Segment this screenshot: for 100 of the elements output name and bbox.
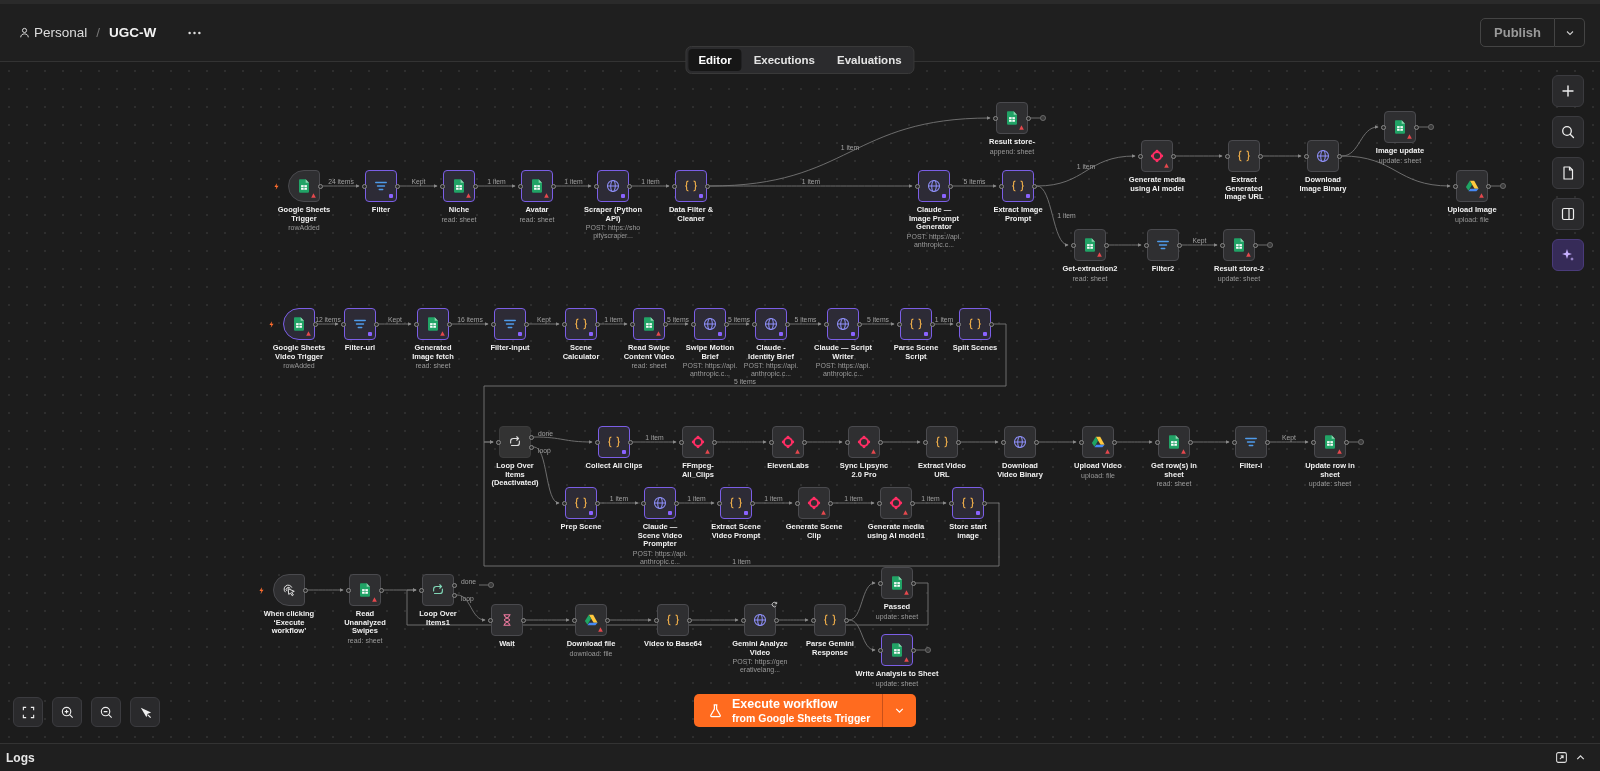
workflow-node[interactable] (720, 487, 752, 519)
workflow-node[interactable] (959, 308, 991, 340)
input-handle[interactable] (630, 321, 635, 327)
input-handle[interactable] (1225, 153, 1230, 159)
input-handle[interactable] (741, 617, 746, 623)
output-handle[interactable] (1104, 242, 1109, 248)
output-handle[interactable] (989, 321, 994, 327)
input-handle[interactable] (1220, 242, 1225, 248)
input-handle[interactable] (878, 647, 883, 653)
workflow-name[interactable]: UGC-W (109, 25, 157, 40)
input-handle[interactable] (1232, 439, 1237, 445)
workflow-node[interactable] (798, 487, 830, 519)
workflow-node[interactable] (633, 308, 665, 340)
output-handle[interactable] (313, 321, 318, 327)
output-handle[interactable] (687, 617, 692, 623)
add-node-handle[interactable] (1348, 439, 1364, 445)
workflow-node[interactable] (1223, 229, 1255, 261)
input-handle[interactable] (562, 500, 567, 506)
workflow-node[interactable] (1158, 426, 1190, 458)
workflow-node[interactable] (1004, 426, 1036, 458)
output-handle[interactable] (595, 321, 600, 327)
output-handle[interactable] (374, 321, 379, 327)
output-handle[interactable] (948, 183, 953, 189)
input-handle[interactable] (717, 500, 722, 506)
workflow-node[interactable] (881, 634, 913, 666)
view-tab[interactable]: Executions (743, 49, 825, 71)
add-node-handle[interactable] (1030, 115, 1046, 121)
output-handle[interactable] (1032, 183, 1037, 189)
output-handle[interactable] (663, 321, 668, 327)
output-handle[interactable] (473, 183, 478, 189)
output-handle[interactable] (395, 183, 400, 189)
input-handle[interactable] (878, 580, 883, 586)
input-handle[interactable] (1381, 124, 1386, 130)
output-handle[interactable] (857, 321, 862, 327)
input-handle[interactable] (362, 183, 367, 189)
input-handle[interactable] (1138, 153, 1143, 159)
workflow-node[interactable] (755, 308, 787, 340)
workflow-node[interactable] (1235, 426, 1267, 458)
output-handle[interactable] (705, 183, 710, 189)
workflow-node[interactable] (422, 574, 454, 606)
assistant-button[interactable] (1552, 239, 1584, 271)
output-handle[interactable] (521, 617, 526, 623)
input-handle[interactable] (654, 617, 659, 623)
panel-button[interactable] (1552, 198, 1584, 230)
add-button[interactable] (1552, 75, 1584, 107)
workflow-node[interactable] (644, 487, 676, 519)
output-handle[interactable] (627, 183, 632, 189)
input-handle[interactable] (795, 500, 800, 506)
workflow-node[interactable] (918, 170, 950, 202)
output-handle[interactable] (911, 647, 916, 653)
workflow-node[interactable] (675, 170, 707, 202)
workflow-node[interactable] (926, 426, 958, 458)
workflow-node[interactable] (952, 487, 984, 519)
input-handle[interactable] (949, 500, 954, 506)
input-handle[interactable] (496, 439, 501, 445)
input-handle[interactable] (877, 500, 882, 506)
workflow-node[interactable] (1002, 170, 1034, 202)
input-handle[interactable] (897, 321, 902, 327)
output-handle[interactable] (447, 321, 452, 327)
input-handle[interactable] (341, 321, 346, 327)
output-handle[interactable] (930, 321, 935, 327)
search-button[interactable] (1552, 116, 1584, 148)
output-handle[interactable] (956, 439, 961, 445)
output-handle[interactable] (1177, 242, 1182, 248)
output-handle[interactable] (1486, 183, 1491, 189)
workflow-node[interactable] (365, 170, 397, 202)
output-handle[interactable] (910, 500, 915, 506)
add-node-handle[interactable] (478, 582, 494, 588)
output-handle[interactable] (712, 439, 717, 445)
input-handle[interactable] (845, 439, 850, 445)
view-tab[interactable]: Editor (688, 49, 742, 71)
output-handle[interactable] (911, 580, 916, 586)
workflow-node[interactable] (827, 308, 859, 340)
output-handle[interactable] (828, 500, 833, 506)
workflow-node[interactable] (288, 170, 320, 202)
input-handle[interactable] (1079, 439, 1084, 445)
add-node-handle[interactable] (1257, 242, 1273, 248)
output-handle[interactable] (551, 183, 556, 189)
workflow-node[interactable] (814, 604, 846, 636)
output-handle[interactable] (878, 439, 883, 445)
output-handle[interactable] (1344, 439, 1349, 445)
workflow-node[interactable] (283, 308, 315, 340)
output-handle[interactable] (1112, 439, 1117, 445)
note-button[interactable] (1552, 157, 1584, 189)
publish-button[interactable]: Publish (1480, 18, 1555, 47)
workflow-node[interactable] (273, 574, 305, 606)
input-handle[interactable] (1071, 242, 1076, 248)
output-handle[interactable] (628, 439, 633, 445)
input-handle[interactable] (999, 183, 1004, 189)
output-handle[interactable] (674, 500, 679, 506)
input-handle[interactable] (419, 587, 424, 593)
output-handle[interactable] (1337, 153, 1342, 159)
workflow-node[interactable] (881, 567, 913, 599)
output-handle[interactable] (750, 500, 755, 506)
output-handle[interactable] (318, 183, 323, 189)
workflow-node[interactable] (1074, 229, 1106, 261)
view-tab[interactable]: Evaluations (827, 49, 912, 71)
output-handle[interactable] (785, 321, 790, 327)
input-handle[interactable] (915, 183, 920, 189)
input-handle[interactable] (1311, 439, 1316, 445)
